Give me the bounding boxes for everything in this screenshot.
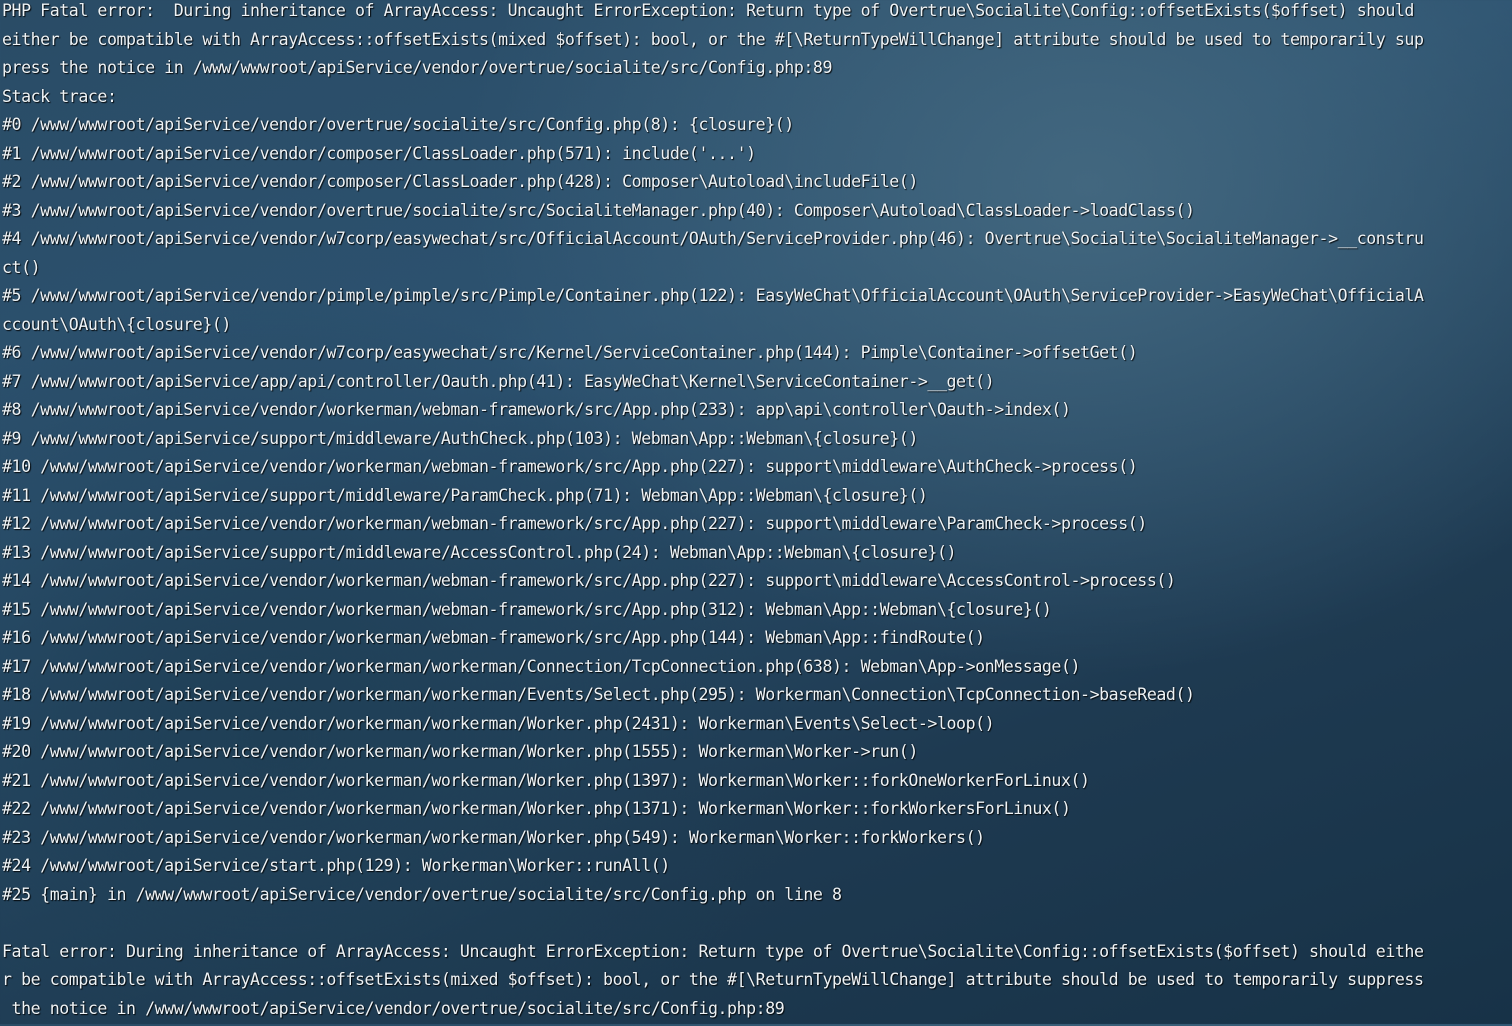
stack-frame-line: #17 /www/wwwroot/apiService/vendor/worke… bbox=[2, 656, 1512, 685]
stack-frame-line: #4 /www/wwwroot/apiService/vendor/w7corp… bbox=[2, 228, 1512, 257]
stack-frame-line: #3 /www/wwwroot/apiService/vendor/overtr… bbox=[2, 200, 1512, 229]
stack-frame-line: #24 /www/wwwroot/apiService/start.php(12… bbox=[2, 855, 1512, 884]
stack-frame-line: ct() bbox=[2, 257, 1512, 286]
stack-frame-line: #12 /www/wwwroot/apiService/vendor/worke… bbox=[2, 513, 1512, 542]
stack-frame-line: #25 {main} in /www/wwwroot/apiService/ve… bbox=[2, 884, 1512, 913]
error-header-line: either be compatible with ArrayAccess::o… bbox=[2, 29, 1512, 58]
stack-frame-line: #23 /www/wwwroot/apiService/vendor/worke… bbox=[2, 827, 1512, 856]
stack-frame-line: #0 /www/wwwroot/apiService/vendor/overtr… bbox=[2, 114, 1512, 143]
stack-frame-line: #14 /www/wwwroot/apiService/vendor/worke… bbox=[2, 570, 1512, 599]
stack-frame-line: #21 /www/wwwroot/apiService/vendor/worke… bbox=[2, 770, 1512, 799]
stack-frame-line: #15 /www/wwwroot/apiService/vendor/worke… bbox=[2, 599, 1512, 628]
fatal-error-line: r be compatible with ArrayAccess::offset… bbox=[2, 969, 1512, 998]
stack-frame-line: #11 /www/wwwroot/apiService/support/midd… bbox=[2, 485, 1512, 514]
stack-frame-line: #20 /www/wwwroot/apiService/vendor/worke… bbox=[2, 741, 1512, 770]
stack-frame-line: ccount\OAuth\{closure}() bbox=[2, 314, 1512, 343]
stack-frame-line: #10 /www/wwwroot/apiService/vendor/worke… bbox=[2, 456, 1512, 485]
stack-frame-line: #1 /www/wwwroot/apiService/vendor/compos… bbox=[2, 143, 1512, 172]
blank-line bbox=[2, 912, 1512, 941]
stack-trace-heading: Stack trace: bbox=[2, 86, 1512, 115]
stack-frame-line: #9 /www/wwwroot/apiService/support/middl… bbox=[2, 428, 1512, 457]
stack-frame-line: #5 /www/wwwroot/apiService/vendor/pimple… bbox=[2, 285, 1512, 314]
error-header-line: PHP Fatal error: During inheritance of A… bbox=[2, 0, 1512, 29]
stack-frame-line: #19 /www/wwwroot/apiService/vendor/worke… bbox=[2, 713, 1512, 742]
fatal-error-line: Fatal error: During inheritance of Array… bbox=[2, 941, 1512, 970]
stack-frame-line: #8 /www/wwwroot/apiService/vendor/worker… bbox=[2, 399, 1512, 428]
terminal-output[interactable]: PHP Fatal error: During inheritance of A… bbox=[0, 0, 1512, 1024]
stack-frame-line: #2 /www/wwwroot/apiService/vendor/compos… bbox=[2, 171, 1512, 200]
fatal-error-line: the notice in /www/wwwroot/apiService/ve… bbox=[2, 998, 1512, 1026]
stack-frame-line: #13 /www/wwwroot/apiService/support/midd… bbox=[2, 542, 1512, 571]
stack-frame-line: #22 /www/wwwroot/apiService/vendor/worke… bbox=[2, 798, 1512, 827]
error-header-line: press the notice in /www/wwwroot/apiServ… bbox=[2, 57, 1512, 86]
stack-frame-line: #6 /www/wwwroot/apiService/vendor/w7corp… bbox=[2, 342, 1512, 371]
stack-frame-line: #16 /www/wwwroot/apiService/vendor/worke… bbox=[2, 627, 1512, 656]
stack-frame-line: #18 /www/wwwroot/apiService/vendor/worke… bbox=[2, 684, 1512, 713]
stack-frame-line: #7 /www/wwwroot/apiService/app/api/contr… bbox=[2, 371, 1512, 400]
